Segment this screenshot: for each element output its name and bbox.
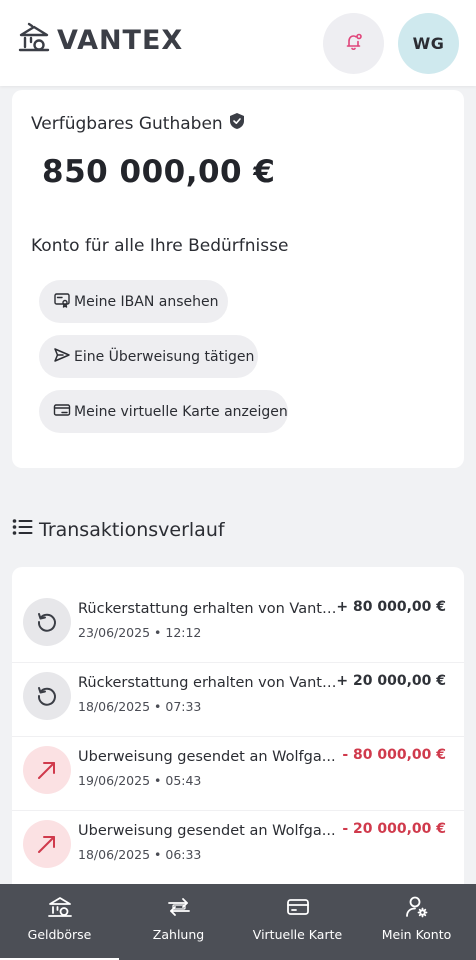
virtual-card-icon [53, 401, 74, 423]
user-settings-icon [404, 895, 430, 927]
iban-card-icon [53, 291, 74, 313]
wallet-bank-icon [47, 895, 73, 927]
view-virtual-card-button[interactable]: Meine virtuelle Karte anzeigen [39, 390, 288, 433]
list-icon [12, 518, 39, 541]
transaction-title: Überweisung gesendet an Wolfga... [78, 823, 336, 839]
transaction-row[interactable]: Rückerstattung erhalten von Vantex... 18… [12, 663, 464, 737]
view-iban-button[interactable]: Meine IBAN ansehen [39, 280, 228, 323]
nav-item-wallet[interactable]: Geldbörse [0, 884, 119, 960]
balance-card: Verfügbares Guthaben 850 000,00 € Konto … [12, 90, 464, 468]
transaction-amount: - 80 000,00 € [342, 747, 446, 763]
nav-label: Virtuelle Karte [252, 927, 343, 942]
payment-exchange-icon [166, 895, 192, 927]
nav-label: Geldbörse [27, 927, 92, 942]
arrow-up-right-icon [23, 746, 71, 794]
refund-icon [23, 598, 71, 646]
transaction-date: 19/06/2025 • 05:43 [78, 773, 202, 788]
section-title: Transaktionsverlauf [39, 518, 225, 541]
brand-name: VANTEX [57, 24, 184, 56]
transaction-title: Rückerstattung erhalten von Vantex... [78, 675, 340, 691]
balance-label: Verfügbares Guthaben [31, 113, 223, 134]
balance-label-row: Verfügbares Guthaben [31, 112, 245, 135]
card-icon [285, 895, 311, 927]
transaction-title: Überweisung gesendet an Wolfga... [78, 749, 336, 765]
transaction-row[interactable]: Überweisung gesendet an Wolfga... 18/06/… [12, 811, 464, 885]
transaction-list: Rückerstattung erhalten von Vantex... 23… [12, 567, 464, 897]
transaction-date: 18/06/2025 • 07:33 [78, 699, 202, 714]
arrow-up-right-icon [23, 820, 71, 868]
brand-logo[interactable]: VANTEX [17, 22, 183, 58]
transaction-date: 23/06/2025 • 12:12 [78, 625, 202, 640]
shield-check-icon [223, 112, 245, 135]
transaction-amount: + 80 000,00 € [336, 599, 446, 615]
bank-logo-icon [17, 22, 51, 58]
transaction-date: 18/06/2025 • 06:33 [78, 847, 202, 862]
nav-label: Zahlung [152, 927, 205, 942]
make-transfer-label: Eine Überweisung tätigen [74, 348, 255, 365]
bell-icon [344, 32, 364, 56]
bottom-navigation: Geldbörse Zahlung Virtuelle Karte Mein K… [0, 884, 476, 960]
transaction-title: Rückerstattung erhalten von Vantex... [78, 601, 340, 617]
send-icon [53, 346, 74, 368]
nav-item-virtual-card[interactable]: Virtuelle Karte [238, 884, 357, 960]
avatar[interactable]: WG [398, 13, 459, 74]
view-iban-label: Meine IBAN ansehen [74, 293, 219, 310]
balance-amount: 850 000,00 € [42, 154, 276, 190]
transaction-row[interactable]: Rückerstattung erhalten von Vantex... 23… [12, 589, 464, 663]
transaction-history-heading: Transaktionsverlauf [12, 518, 225, 541]
nav-item-my-account[interactable]: Mein Konto [357, 884, 476, 960]
make-transfer-button[interactable]: Eine Überweisung tätigen [39, 335, 258, 378]
view-virtual-card-label: Meine virtuelle Karte anzeigen [74, 403, 288, 420]
notifications-button[interactable] [323, 13, 384, 74]
nav-item-payment[interactable]: Zahlung [119, 884, 238, 960]
refund-icon [23, 672, 71, 720]
account-subtitle: Konto für alle Ihre Bedürfnisse [31, 236, 289, 256]
transaction-row[interactable]: Überweisung gesendet an Wolfga... 19/06/… [12, 737, 464, 811]
nav-label: Mein Konto [381, 927, 452, 942]
transaction-amount: + 20 000,00 € [336, 673, 446, 689]
transaction-amount: - 20 000,00 € [342, 821, 446, 837]
top-bar: VANTEX WG [0, 0, 476, 86]
